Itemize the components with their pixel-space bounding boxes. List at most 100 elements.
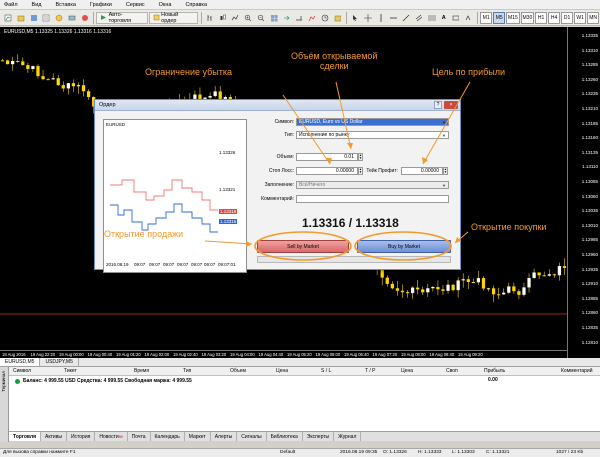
tab-experts[interactable]: Эксперты bbox=[303, 432, 335, 441]
col-symbol[interactable]: Символ bbox=[13, 368, 31, 374]
tick-time-0: 2016.08.19 bbox=[106, 262, 129, 267]
comment-input[interactable] bbox=[296, 195, 449, 203]
col-price[interactable]: Цена bbox=[401, 368, 413, 374]
menu-windows[interactable]: Окна bbox=[159, 2, 172, 8]
terminal-icon[interactable] bbox=[66, 12, 78, 24]
take-profit-stepper[interactable]: ▲ ▼ bbox=[443, 167, 448, 175]
fibonacci-icon[interactable] bbox=[426, 12, 438, 24]
time-axis: 18 Aug 2016 19 Aug 22:20 19 Aug 00:00 19 Au… bbox=[0, 350, 567, 358]
candle-body bbox=[36, 66, 40, 77]
candles-icon[interactable] bbox=[217, 12, 229, 24]
data-window-icon[interactable] bbox=[40, 12, 52, 24]
order-dialog-titlebar[interactable]: Ордер bbox=[95, 100, 460, 111]
take-profit-input[interactable]: 0.00000 bbox=[401, 167, 443, 175]
col-sl[interactable]: S / L bbox=[321, 368, 331, 374]
candle-body bbox=[522, 287, 526, 295]
timeframe-d1[interactable]: D1 bbox=[561, 11, 574, 24]
col-time[interactable]: Время bbox=[134, 368, 149, 374]
profiles-icon[interactable] bbox=[15, 12, 27, 24]
col-ticket[interactable]: Тикет bbox=[64, 368, 77, 374]
bid-price: 1.13316 bbox=[302, 216, 346, 230]
new-chart-icon[interactable] bbox=[2, 12, 14, 24]
tile-windows-icon[interactable] bbox=[268, 12, 280, 24]
candle-body bbox=[208, 96, 212, 98]
zoom-out-icon[interactable] bbox=[255, 12, 267, 24]
candle-body bbox=[431, 287, 435, 289]
col-swap[interactable]: Своп bbox=[446, 368, 458, 374]
menu-charts[interactable]: Графики bbox=[90, 2, 112, 8]
timeframe-w1[interactable]: W1 bbox=[574, 11, 587, 24]
crosshair-icon[interactable] bbox=[362, 12, 374, 24]
menu-tools[interactable]: Сервис bbox=[126, 2, 145, 8]
templates-icon[interactable] bbox=[332, 12, 344, 24]
auto-trading-button[interactable]: Авто-торговля bbox=[96, 11, 148, 24]
timeframe-h4[interactable]: H4 bbox=[548, 11, 561, 24]
timeframe-m30[interactable]: M30 bbox=[520, 11, 535, 24]
status-profile[interactable]: Default bbox=[280, 450, 295, 455]
channel-icon[interactable] bbox=[413, 12, 425, 24]
line-chart-icon[interactable] bbox=[229, 12, 241, 24]
indicators-icon[interactable] bbox=[306, 12, 318, 24]
periods-icon[interactable] bbox=[319, 12, 331, 24]
tab-code-base[interactable]: Библиотека bbox=[267, 432, 303, 441]
arrows-icon[interactable] bbox=[462, 12, 474, 24]
chart-shift-icon[interactable] bbox=[293, 12, 305, 24]
tab-signals[interactable]: Сигналы bbox=[237, 432, 267, 441]
chart-tab-usdjpy[interactable]: USDJPY,M5 bbox=[40, 358, 79, 366]
candle-body bbox=[0, 60, 5, 62]
close-button[interactable]: × bbox=[444, 101, 458, 109]
stop-loss-input[interactable]: 0.00000 bbox=[296, 167, 358, 175]
balance-row[interactable]: Баланс: 4 999.55 USD Средства: 4 999.55 … bbox=[9, 377, 600, 385]
filling-value: Всё/Ничего bbox=[299, 182, 326, 188]
label-tool-icon[interactable] bbox=[450, 12, 462, 24]
timeframe-m5[interactable]: M5 bbox=[493, 11, 506, 24]
buy-by-market-button[interactable]: Buy by Market bbox=[357, 240, 451, 253]
horizontal-line-icon[interactable] bbox=[388, 12, 400, 24]
tab-alerts[interactable]: Алерты bbox=[211, 432, 238, 441]
col-profit[interactable]: Прибыль bbox=[484, 368, 505, 374]
volume-stepper[interactable]: ▲ ▼ bbox=[358, 153, 363, 161]
autoscroll-icon[interactable] bbox=[281, 12, 293, 24]
bar-chart-icon[interactable] bbox=[204, 12, 216, 24]
tab-mailbox[interactable]: Почта bbox=[128, 432, 151, 441]
symbol-select[interactable]: EURUSD, Euro vs US Dollar ▼ bbox=[296, 118, 449, 126]
tab-calendar[interactable]: Календарь bbox=[151, 432, 185, 441]
tab-news[interactable]: Новости 99 bbox=[95, 432, 128, 441]
menu-view[interactable]: Вид bbox=[32, 2, 42, 8]
navigator-icon[interactable] bbox=[53, 12, 65, 24]
timeframe-m1[interactable]: M1 bbox=[480, 11, 493, 24]
new-order-label: Новый ордер bbox=[161, 11, 179, 24]
help-button[interactable]: ? bbox=[434, 101, 442, 109]
text-tool-icon[interactable]: A bbox=[439, 12, 449, 24]
col-price-open[interactable]: Цена bbox=[276, 368, 288, 374]
menu-insert[interactable]: Вставка bbox=[55, 2, 75, 8]
col-type[interactable]: Тип bbox=[183, 368, 191, 374]
type-select[interactable]: Исполнение по рынку ▼ bbox=[296, 131, 449, 139]
timeframe-mn[interactable]: MN bbox=[587, 11, 600, 24]
time-tick: 19 Aug 02:00 bbox=[144, 352, 170, 357]
col-comment[interactable]: Комментарий bbox=[561, 368, 593, 374]
col-tp[interactable]: T / P bbox=[365, 368, 375, 374]
col-volume[interactable]: Объем bbox=[230, 368, 246, 374]
tab-market[interactable]: Маркет bbox=[185, 432, 211, 441]
market-watch-icon[interactable] bbox=[28, 12, 40, 24]
timeframe-m15[interactable]: M15 bbox=[506, 11, 520, 24]
cursor-icon[interactable] bbox=[349, 12, 361, 24]
chart-tab-eurusd[interactable]: EURUSD,M5 bbox=[0, 358, 41, 366]
tab-trade[interactable]: Торговля bbox=[9, 432, 42, 441]
timeframe-h1[interactable]: H1 bbox=[535, 11, 548, 24]
price-tick: 1.12935 bbox=[581, 266, 598, 272]
volume-input[interactable]: 0.01 bbox=[296, 153, 358, 161]
tab-exposure[interactable]: Активы bbox=[41, 432, 67, 441]
menu-help[interactable]: Справка bbox=[185, 2, 207, 8]
vertical-line-icon[interactable] bbox=[375, 12, 387, 24]
tester-icon[interactable] bbox=[79, 12, 91, 24]
tab-journal[interactable]: Журнал bbox=[334, 432, 362, 441]
tab-history[interactable]: История bbox=[67, 432, 96, 441]
sell-by-market-button[interactable]: Sell by Market bbox=[257, 240, 349, 253]
zoom-in-icon[interactable] bbox=[242, 12, 254, 24]
trend-line-icon[interactable] bbox=[400, 12, 412, 24]
filling-select[interactable]: Всё/Ничего ▼ bbox=[296, 181, 449, 189]
menu-file[interactable]: Файл bbox=[4, 2, 18, 8]
new-order-button[interactable]: Новый ордер bbox=[148, 11, 198, 24]
